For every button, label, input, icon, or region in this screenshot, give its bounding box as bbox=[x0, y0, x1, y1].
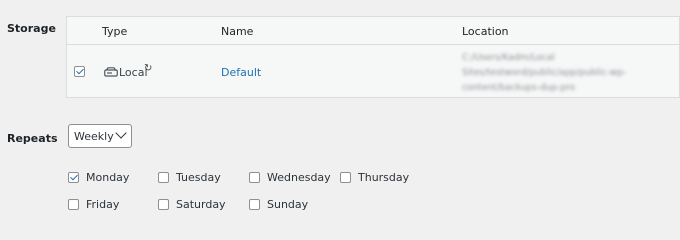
day-label: Tuesday bbox=[176, 171, 221, 184]
storage-location-line: Sites/testword/public/app/public-wp- bbox=[462, 68, 627, 78]
day-checkbox-thursday[interactable] bbox=[340, 172, 351, 183]
chevron-down-icon bbox=[115, 127, 127, 139]
storage-location-line: content/backups-dup-pro bbox=[462, 83, 576, 93]
storage-location-line: C:/Users/Kadm/Local bbox=[462, 53, 555, 63]
storage-select-checkbox[interactable] bbox=[74, 66, 85, 77]
day-label: Thursday bbox=[358, 171, 410, 184]
column-header-type: Type bbox=[102, 25, 128, 38]
day-checkbox-sunday[interactable] bbox=[249, 199, 260, 210]
storage-table-header: Type Name Location bbox=[67, 17, 679, 45]
storage-name-link[interactable]: Default bbox=[221, 66, 261, 79]
day-label: Wednesday bbox=[267, 171, 331, 184]
day-label: Saturday bbox=[176, 198, 226, 211]
drive-icon bbox=[104, 67, 118, 77]
day-label: Friday bbox=[86, 198, 120, 211]
column-header-location: Location bbox=[462, 25, 509, 38]
day-checkbox-monday[interactable] bbox=[68, 172, 79, 183]
refresh-icon[interactable]: ↻ bbox=[144, 64, 152, 74]
storage-table: Type Name Location Local ↻ Default C:/Us… bbox=[66, 16, 680, 98]
repeats-select[interactable]: Weekly bbox=[68, 124, 132, 148]
day-checkbox-tuesday[interactable] bbox=[158, 172, 169, 183]
repeats-select-value: Weekly bbox=[74, 130, 114, 143]
column-header-name: Name bbox=[221, 25, 254, 38]
repeats-label: Repeats bbox=[7, 132, 58, 145]
day-label: Sunday bbox=[267, 198, 309, 211]
day-label: Monday bbox=[86, 171, 130, 184]
day-checkbox-friday[interactable] bbox=[68, 199, 79, 210]
day-checkbox-saturday[interactable] bbox=[158, 199, 169, 210]
day-checkbox-wednesday[interactable] bbox=[249, 172, 260, 183]
storage-label: Storage bbox=[7, 22, 56, 35]
